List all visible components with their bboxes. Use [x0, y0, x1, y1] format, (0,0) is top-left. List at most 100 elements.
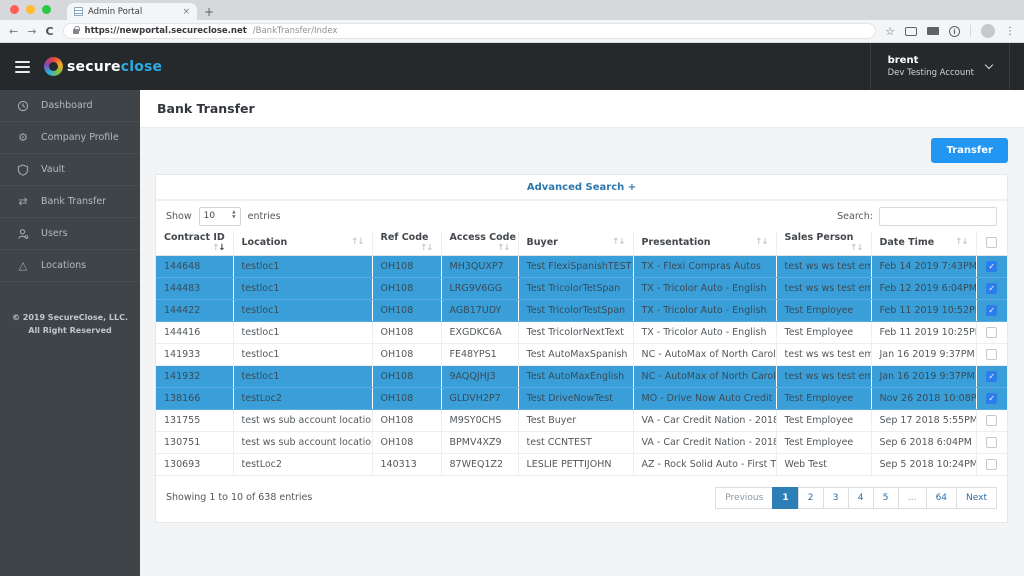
- cell-location: testloc1: [233, 365, 372, 387]
- column-header-sales-person[interactable]: Sales Person↑↓: [776, 231, 871, 255]
- row-checkbox[interactable]: [986, 349, 997, 360]
- info-icon[interactable]: i: [949, 26, 960, 37]
- table-row[interactable]: 144483testloc1OH108LRG9V6GGTest Tricolor…: [156, 277, 1007, 299]
- sidebar-item-locations[interactable]: △Locations: [0, 250, 140, 282]
- secureclose-logo[interactable]: secureclose: [44, 57, 162, 76]
- table-row[interactable]: 130751test ws sub account location.OH108…: [156, 431, 1007, 453]
- cell-checkbox: ✓: [976, 299, 1007, 321]
- transfer-button[interactable]: Transfer: [931, 138, 1008, 163]
- page-button-3[interactable]: 3: [823, 487, 849, 509]
- profile-avatar[interactable]: [981, 24, 995, 38]
- column-header-buyer[interactable]: Buyer↑↓: [518, 231, 633, 255]
- row-checkbox[interactable]: ✓: [986, 371, 997, 382]
- cell-sales-person: test ws ws test emp: [776, 255, 871, 277]
- search-label: Search:: [837, 211, 873, 222]
- page-button-previous[interactable]: Previous: [715, 487, 773, 509]
- sidebar-item-dashboard[interactable]: Dashboard: [0, 90, 140, 122]
- row-checkbox[interactable]: ✓: [986, 393, 997, 404]
- column-header-presentation[interactable]: Presentation↑↓: [633, 231, 776, 255]
- table-row[interactable]: 131755test ws sub account location.OH108…: [156, 409, 1007, 431]
- cell-access-code: FE48YPS1: [441, 343, 518, 365]
- browser-tab[interactable]: Admin Portal ×: [67, 3, 197, 20]
- sort-arrows-icon: ↑↓: [955, 237, 967, 247]
- sidebar-item-users[interactable]: Users: [0, 218, 140, 250]
- sort-arrows-icon: ↑↓: [351, 237, 363, 247]
- hamburger-menu-icon[interactable]: [15, 61, 30, 73]
- sidebar: Dashboard ⚙Company ProfileVault⇄Bank Tran…: [0, 90, 140, 576]
- page-button-5[interactable]: 5: [873, 487, 899, 509]
- row-checkbox[interactable]: [986, 415, 997, 426]
- table-header-row: Contract ID↑↓Location↑↓Ref Code↑↓Access …: [156, 231, 1007, 255]
- page-button-64[interactable]: 64: [926, 487, 957, 509]
- row-checkbox[interactable]: [986, 459, 997, 470]
- row-checkbox[interactable]: [986, 437, 997, 448]
- table-row[interactable]: 144648testloc1OH108MH3QUXP7Test FlexiSpa…: [156, 255, 1007, 277]
- cell-sales-person: Test Employee: [776, 299, 871, 321]
- row-checkbox[interactable]: ✓: [986, 305, 997, 316]
- cell-access-code: MH3QUXP7: [441, 255, 518, 277]
- table-row[interactable]: 130693testLoc214031387WEQ1Z2LESLIE PETTI…: [156, 453, 1007, 475]
- lock-icon: [73, 29, 79, 34]
- column-header-contract-id[interactable]: Contract ID↑↓: [156, 231, 233, 255]
- row-checkbox[interactable]: [986, 327, 997, 338]
- column-header-access-code[interactable]: Access Code↑↓: [441, 231, 518, 255]
- menu-dots-icon[interactable]: ⋮: [1005, 26, 1015, 37]
- cell-contract-id: 141932: [156, 365, 233, 387]
- cell-presentation: VA - Car Credit Nation - 2018: [633, 431, 776, 453]
- pagination: Previous12345…64Next: [716, 487, 997, 509]
- page-button-2[interactable]: 2: [798, 487, 824, 509]
- table-row[interactable]: 141933testloc1OH108FE48YPS1Test AutoMaxS…: [156, 343, 1007, 365]
- page-button-1[interactable]: 1: [772, 487, 798, 509]
- new-tab-button[interactable]: +: [197, 4, 221, 20]
- cast-icon[interactable]: [905, 27, 917, 36]
- sidebar-item-label: Dashboard: [41, 100, 93, 111]
- column-label: Presentation: [642, 237, 711, 248]
- table-row[interactable]: 138166testLoc2OH108GLDVH2P7Test DriveNow…: [156, 387, 1007, 409]
- advanced-search-toggle[interactable]: Advanced Search +: [156, 175, 1007, 201]
- table-row[interactable]: 141932testloc1OH1089AQQJHJ3Test AutoMaxE…: [156, 365, 1007, 387]
- reload-icon[interactable]: C: [45, 26, 53, 37]
- close-window-button[interactable]: [10, 5, 19, 14]
- entries-label: entries: [248, 211, 281, 222]
- page-button-4[interactable]: 4: [848, 487, 874, 509]
- toolbar-actions: ☆ i ⋮: [885, 24, 1015, 38]
- cell-contract-id: 144416: [156, 321, 233, 343]
- tab-favicon-icon: [74, 7, 83, 16]
- back-icon[interactable]: ←: [9, 26, 18, 37]
- show-label: Show: [166, 211, 192, 222]
- cell-sales-person: Test Employee: [776, 387, 871, 409]
- select-all-checkbox[interactable]: [986, 237, 997, 248]
- cell-ref-code: OH108: [372, 431, 441, 453]
- row-checkbox[interactable]: ✓: [986, 283, 997, 294]
- table-row[interactable]: 144416testloc1OH108EXGDKC6ATest Tricolor…: [156, 321, 1007, 343]
- zoom-window-button[interactable]: [42, 5, 51, 14]
- column-header-location[interactable]: Location↑↓: [233, 231, 372, 255]
- search-input[interactable]: [879, 207, 997, 226]
- page-length-select[interactable]: 10 ▲▼: [199, 207, 241, 226]
- url-bar[interactable]: https://newportal.secureclose.net/BankTr…: [63, 23, 877, 39]
- column-header-ref-code[interactable]: Ref Code↑↓: [372, 231, 441, 255]
- select-arrows-icon: ▲▼: [232, 211, 235, 221]
- column-header-select-all[interactable]: [976, 231, 1007, 255]
- row-checkbox[interactable]: ✓: [986, 261, 997, 272]
- sidebar-item-bank-transfer[interactable]: ⇄Bank Transfer: [0, 186, 140, 218]
- cell-presentation: TX - Flexi Compras Autos: [633, 255, 776, 277]
- minimize-window-button[interactable]: [26, 5, 35, 14]
- sidebar-item-vault[interactable]: Vault: [0, 154, 140, 186]
- sidebar-item-company-profile[interactable]: ⚙Company Profile: [0, 122, 140, 154]
- cell-ref-code: OH108: [372, 343, 441, 365]
- page-button-next[interactable]: Next: [956, 487, 997, 509]
- bookmark-star-icon[interactable]: ☆: [885, 25, 895, 38]
- table-row[interactable]: 144422testloc1OH108AGB17UDYTest Tricolor…: [156, 299, 1007, 321]
- cell-checkbox: [976, 321, 1007, 343]
- column-header-date-time[interactable]: Date Time↑↓: [871, 231, 976, 255]
- cell-contract-id: 144483: [156, 277, 233, 299]
- tab-close-icon[interactable]: ×: [182, 7, 190, 17]
- extension-monitor-icon[interactable]: [927, 27, 939, 35]
- user-account-menu[interactable]: brent Dev Testing Account: [870, 43, 1010, 90]
- table-info-text: Showing 1 to 10 of 638 entries: [166, 492, 312, 503]
- cell-sales-person: test ws ws test emp: [776, 277, 871, 299]
- cell-date-time: Jan 16 2019 9:37PM: [871, 343, 976, 365]
- cell-date-time: Sep 17 2018 5:55PM: [871, 409, 976, 431]
- forward-icon[interactable]: →: [27, 26, 36, 37]
